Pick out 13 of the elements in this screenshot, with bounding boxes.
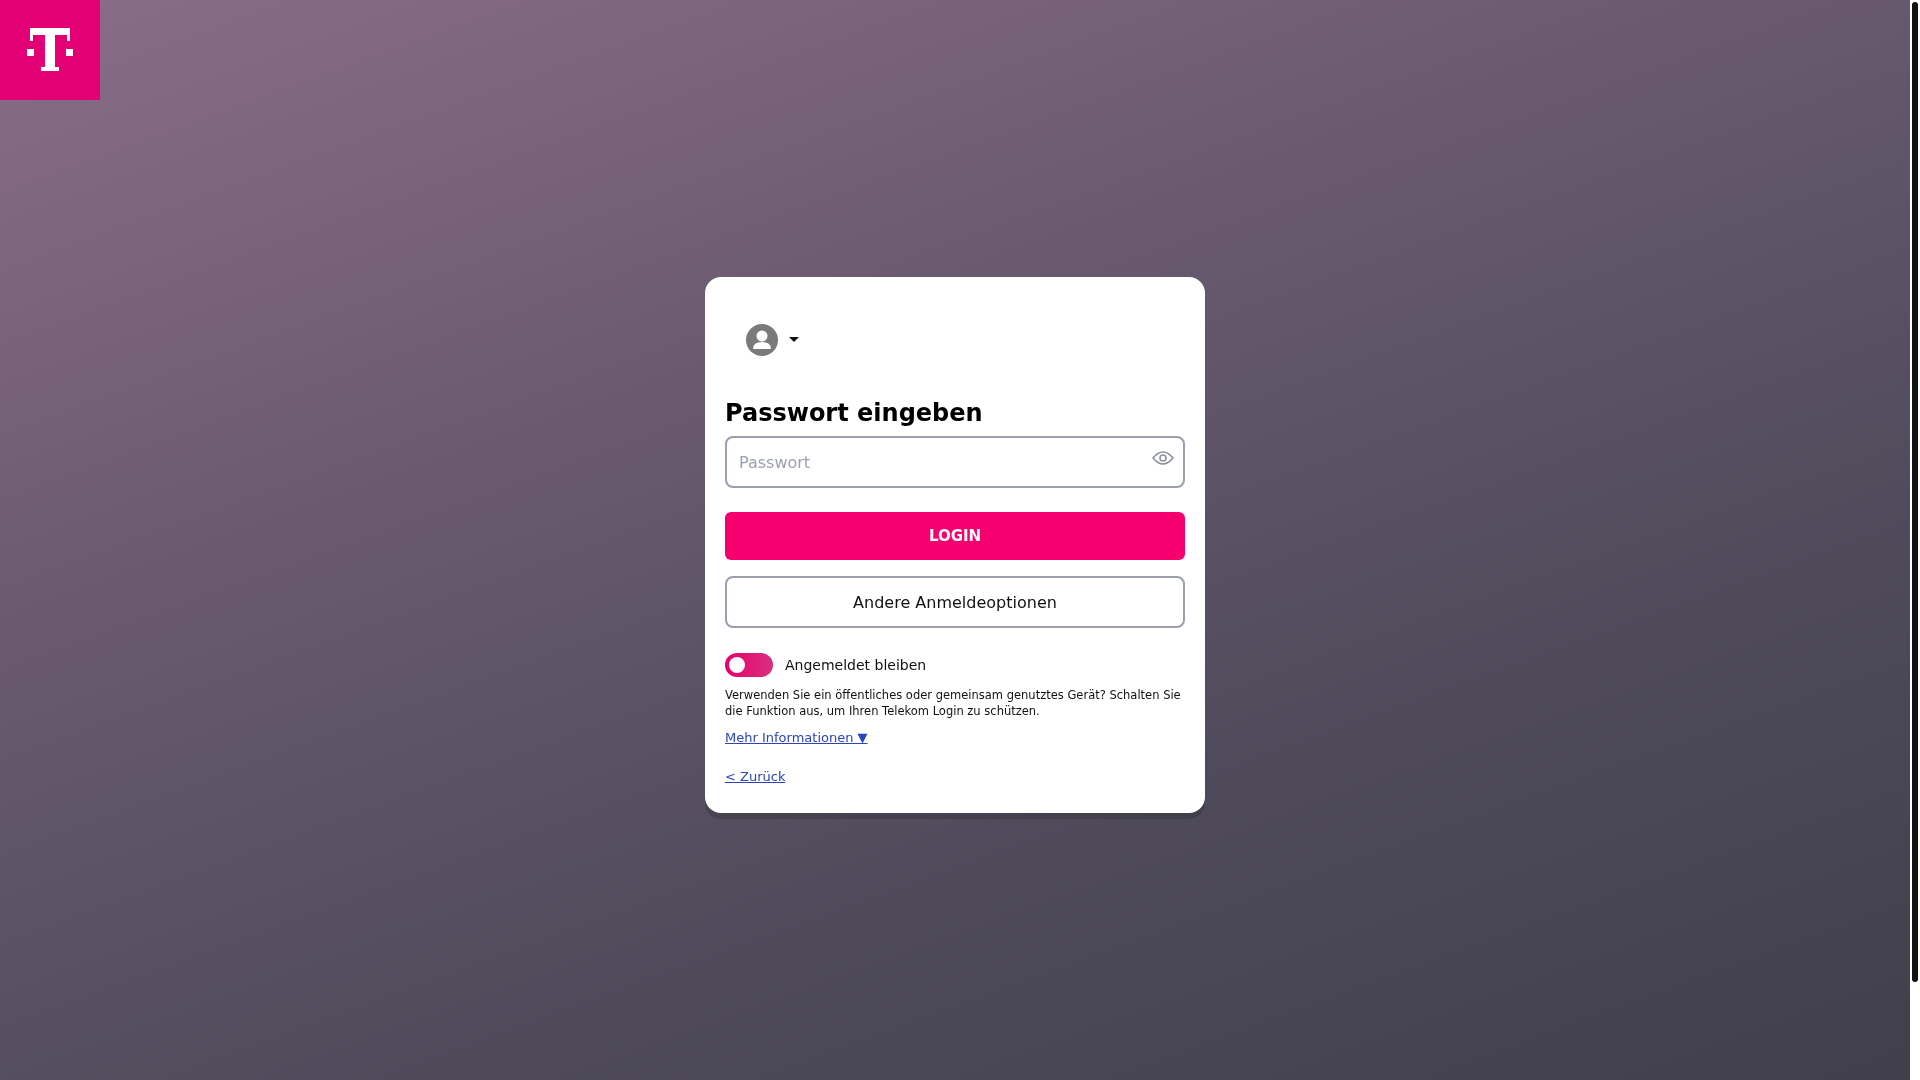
hint-text: Verwenden Sie ein öffentliches oder gemeinsam genutztes Gerät? Schalten Sie die Funktion aus, um Ihren Telekom Login zu schützen.: [725, 687, 1182, 719]
back-link[interactable]: < Zurück: [725, 769, 786, 784]
brand-logo[interactable]: [0, 0, 100, 100]
card-heading: Passwort eingeben: [725, 399, 984, 427]
login-button[interactable]: LOGIN: [725, 512, 1185, 560]
more-info-link[interactable]: Mehr Informationen ▼: [725, 730, 868, 745]
toggle-label: Angemeldet bleiben: [785, 657, 927, 673]
caret-icon[interactable]: [788, 336, 800, 344]
other-options-button[interactable]: Andere Anmeldeoptionen: [725, 576, 1185, 628]
stay-signed-in-toggle[interactable]: [725, 653, 773, 677]
eye-icon[interactable]: [1152, 451, 1174, 465]
password-field[interactable]: Passwort: [725, 436, 1185, 488]
user-avatar-icon[interactable]: [746, 324, 778, 356]
